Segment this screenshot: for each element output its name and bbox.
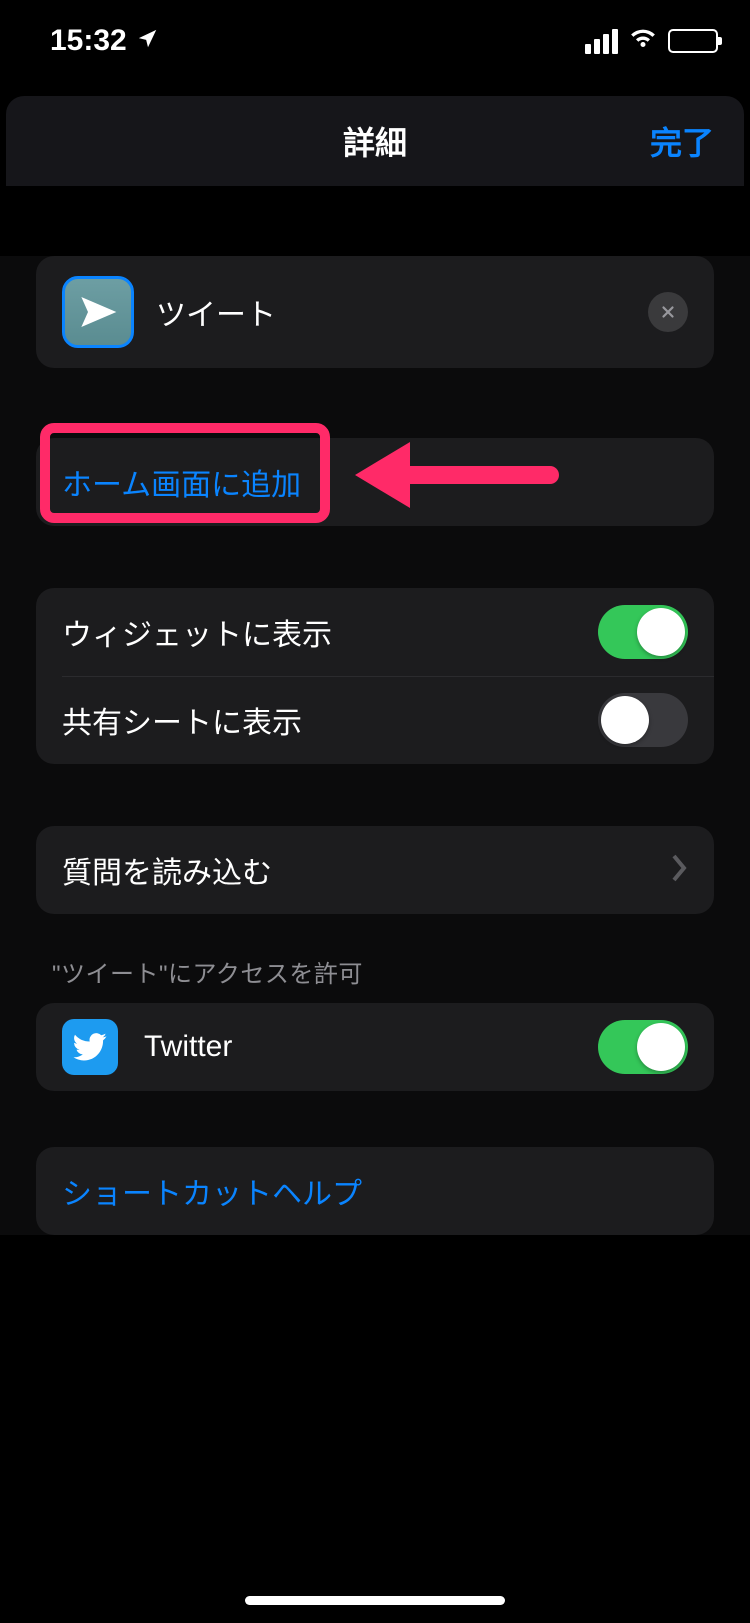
done-button[interactable]: 完了 xyxy=(650,118,714,164)
twitter-app-icon xyxy=(62,1019,118,1075)
twitter-label: Twitter xyxy=(144,1030,598,1064)
show-in-share-sheet-label: 共有シートに表示 xyxy=(62,698,598,742)
show-in-widget-label: ウィジェットに表示 xyxy=(62,610,598,654)
show-in-widget-row: ウィジェットに表示 xyxy=(36,588,714,676)
battery-icon xyxy=(668,29,718,53)
cellular-signal-icon xyxy=(585,29,618,54)
shortcut-help-label: ショートカットヘルプ xyxy=(62,1169,362,1213)
location-services-icon xyxy=(137,24,159,58)
add-to-home-screen-label: ホーム画面に追加 xyxy=(62,460,301,504)
wifi-icon xyxy=(628,22,658,60)
home-indicator[interactable] xyxy=(245,1596,505,1605)
twitter-access-toggle[interactable] xyxy=(598,1020,688,1074)
shortcut-name-label: ツイート xyxy=(156,290,648,334)
chevron-right-icon xyxy=(672,854,688,887)
twitter-access-row: Twitter xyxy=(36,1003,714,1091)
access-section-header: "ツイート"にアクセスを許可 xyxy=(52,954,708,989)
add-to-home-screen-button[interactable]: ホーム画面に追加 xyxy=(36,438,714,526)
nav-bar: 詳細 完了 xyxy=(6,96,744,186)
shortcut-help-button[interactable]: ショートカットヘルプ xyxy=(36,1147,714,1235)
show-in-share-sheet-toggle[interactable] xyxy=(598,693,688,747)
show-in-share-sheet-row: 共有シートに表示 xyxy=(36,676,714,764)
shortcut-name-cell[interactable]: ツイート xyxy=(36,256,714,368)
status-time: 15:32 xyxy=(50,24,127,58)
shortcut-icon[interactable] xyxy=(62,276,134,348)
show-in-widget-toggle[interactable] xyxy=(598,605,688,659)
import-questions-label: 質問を読み込む xyxy=(62,848,672,892)
clear-name-button[interactable] xyxy=(648,292,688,332)
page-title: 詳細 xyxy=(343,118,407,164)
import-questions-row[interactable]: 質問を読み込む xyxy=(36,826,714,914)
status-bar: 15:32 xyxy=(0,0,750,72)
